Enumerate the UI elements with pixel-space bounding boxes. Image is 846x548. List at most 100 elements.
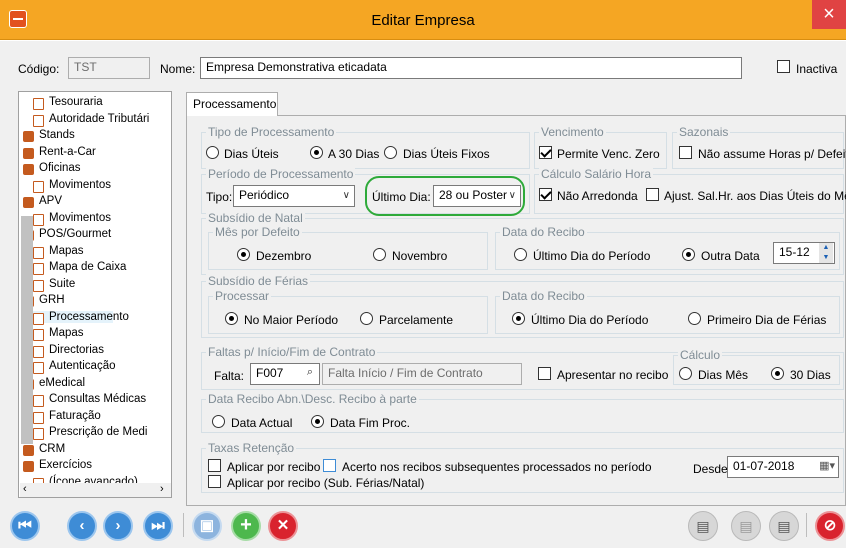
radio-outra-data[interactable] — [682, 248, 695, 261]
checkbox-acerto-recibos[interactable] — [323, 459, 336, 472]
radio-dias-mes[interactable] — [679, 367, 692, 380]
close-button[interactable]: × — [812, 0, 846, 29]
tree-item[interactable]: Stands — [23, 129, 75, 142]
codigo-field[interactable]: TST — [68, 57, 150, 79]
falta-label: Falta: — [214, 369, 245, 383]
scroll-right-icon[interactable]: › — [160, 483, 164, 495]
inactiva-checkbox[interactable] — [777, 60, 790, 73]
checkbox-nao-arredonda[interactable] — [539, 188, 552, 201]
tree-item-label: Autoridade Tributári — [49, 112, 150, 125]
radio-30-dias-calc[interactable] — [771, 367, 784, 380]
tree-item[interactable]: Mapas — [33, 245, 84, 259]
tree-item[interactable]: Movimentos — [33, 212, 111, 226]
checkbox-ajust-sal-hr[interactable] — [646, 188, 659, 201]
tree-item[interactable]: Faturação — [33, 410, 101, 424]
outra-data-spinner[interactable]: 15-12 ▲ ▼ — [773, 242, 835, 264]
tree-scroll-thumb[interactable] — [21, 216, 33, 444]
radio-primeiro-dia-ferias[interactable] — [688, 312, 701, 325]
spinner-arrows-icon[interactable]: ▲ ▼ — [819, 243, 833, 263]
first-record-button[interactable]: ⏮ — [10, 511, 40, 541]
tipo-select-value: Periódico — [239, 188, 290, 202]
checkbox-permite-venc-zero[interactable] — [539, 146, 552, 159]
radio-ultimo-dia-ferias[interactable] — [512, 312, 525, 325]
chevron-down-icon: ∨ — [342, 190, 350, 201]
tree-item-label: Processamento — [49, 310, 129, 323]
radio-data-fim-proc[interactable] — [311, 415, 324, 428]
tree-item[interactable]: Autoridade Tributári — [33, 113, 149, 127]
prev-record-button[interactable]: ‹ — [67, 511, 97, 541]
toolbar-action-1-icon[interactable]: ▤ — [688, 511, 718, 541]
radio-novembro[interactable] — [373, 248, 386, 261]
tree-item[interactable]: Processamento — [33, 310, 129, 325]
radio-parcelamente[interactable] — [360, 312, 373, 325]
novembro-label: Novembro — [392, 249, 448, 263]
next-record-button[interactable]: › — [103, 511, 133, 541]
tree-item-label: CRM — [39, 442, 66, 455]
checkbox-apresentar-recibo[interactable] — [538, 367, 551, 380]
radio-30-dias[interactable] — [310, 146, 323, 159]
tree-item[interactable]: Directorias — [33, 344, 104, 358]
radio-data-actual[interactable] — [212, 415, 225, 428]
radio-dias-uteis-fixos-label: Dias Úteis Fixos — [403, 147, 490, 161]
parcelamente-label: Parcelamente — [379, 313, 454, 327]
tree-item-label: Stands — [39, 129, 75, 141]
document-icon — [33, 114, 44, 127]
folder-icon — [23, 164, 34, 175]
toolbar-action-3-icon[interactable]: ▤ — [769, 511, 799, 541]
radio-dias-uteis[interactable] — [206, 146, 219, 159]
tree-item[interactable]: Autenticação — [33, 360, 116, 374]
cancel-button[interactable]: ⊘ — [815, 511, 845, 541]
calendar-icon[interactable]: ▦▾ — [819, 459, 835, 472]
group-title: Processar — [213, 289, 272, 303]
document-icon — [33, 213, 44, 226]
tree-item[interactable]: Rent-a-Car — [23, 146, 96, 159]
group-data-recibo-abn: Data Recibo Abn.\Desc. Recibo à parte — [201, 392, 844, 433]
search-icon[interactable]: ⌕ — [307, 366, 313, 379]
add-button[interactable]: + — [231, 511, 261, 541]
tree-item[interactable]: Movimentos — [33, 179, 111, 193]
tree-item[interactable]: Oficinas — [23, 162, 81, 175]
tree-item[interactable]: Consultas Médicas — [33, 393, 146, 407]
nome-field[interactable]: Empresa Demonstrativa eticadata — [200, 57, 742, 79]
tree-item[interactable]: Exercícios — [23, 459, 92, 472]
tree-item[interactable]: Suite — [33, 278, 75, 292]
tree-item[interactable]: Tesouraria — [33, 96, 103, 110]
checkbox-aplicar-sub[interactable] — [208, 475, 221, 488]
apresentar-recibo-label: Apresentar no recibo — [557, 368, 669, 382]
group-title: Cálculo Salário Hora — [539, 167, 654, 181]
tree-item[interactable]: POS/Gourmet — [23, 228, 111, 241]
tree-item-label: Oficinas — [39, 162, 81, 174]
tree-item[interactable]: Mapas — [33, 327, 84, 341]
radio-dias-uteis-label: Dias Úteis — [224, 147, 279, 161]
tree-item[interactable]: Prescrição de Medi — [33, 426, 147, 440]
aplicar-sub-label: Aplicar por recibo (Sub. Férias/Natal) — [227, 476, 425, 490]
tipo-select[interactable]: Periódico ∨ — [233, 185, 355, 207]
scroll-left-icon[interactable]: ‹ — [23, 483, 27, 495]
radio-ultimo-dia-natal[interactable] — [514, 248, 527, 261]
radio-dezembro[interactable] — [237, 248, 250, 261]
tree-view[interactable]: Tesouraria Autoridade Tributári Stands Rent… — [18, 91, 172, 498]
tab-processamento[interactable]: Processamento — [186, 92, 278, 116]
last-record-button[interactable]: ⏭ — [143, 511, 173, 541]
toolbar-action-2-icon[interactable]: ▤ — [731, 511, 761, 541]
radio-maior-periodo[interactable] — [225, 312, 238, 325]
folder-icon — [23, 461, 34, 472]
tree-item-label: Prescrição de Medi — [49, 426, 148, 438]
tree-item[interactable]: APV — [23, 195, 62, 208]
checkbox-aplicar-recibo[interactable] — [208, 459, 221, 472]
save-button[interactable]: ▣ — [192, 511, 222, 541]
trinta-dias-label: 30 Dias — [790, 368, 831, 382]
radio-dias-uteis-fixos[interactable] — [384, 146, 397, 159]
document-icon — [33, 312, 44, 325]
document-icon — [33, 180, 44, 193]
checkbox-nao-assume-horas[interactable] — [679, 146, 692, 159]
folder-icon — [23, 147, 34, 159]
desde-date-field[interactable]: 01-07-2018 ▦▾ — [727, 456, 839, 478]
tree-item[interactable]: Mapa de Caixa — [33, 261, 126, 275]
tree-horizontal-scrollbar[interactable]: ‹ › — [20, 483, 171, 497]
delete-button[interactable]: ✕ — [268, 511, 298, 541]
falta-field[interactable]: F007 ⌕ — [250, 363, 320, 385]
tipo-label: Tipo: — [206, 190, 233, 204]
tree-item[interactable]: CRM — [23, 443, 65, 456]
ultimo-dia-ferias-label: Último Dia do Período — [531, 313, 649, 327]
